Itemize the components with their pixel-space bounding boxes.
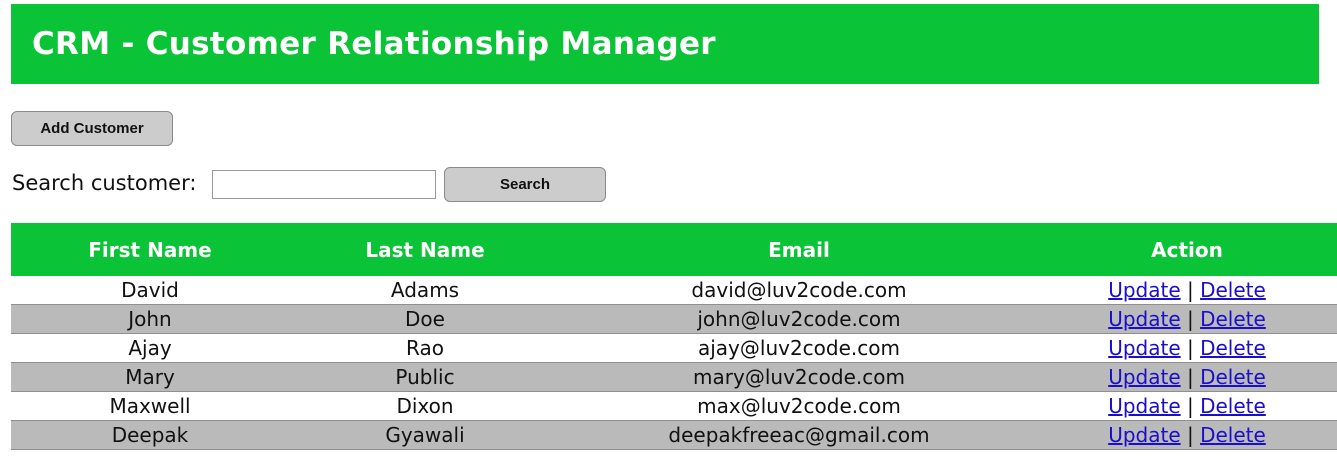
- action-separator: |: [1186, 423, 1194, 447]
- email-cell: deepakfreeac@gmail.com: [561, 420, 1037, 450]
- first-name-cell: Maxwell: [11, 391, 289, 421]
- action-cell: Update | Delete: [1037, 420, 1337, 450]
- table-row: Mary Public mary@luv2code.com Update | D…: [11, 362, 1337, 392]
- table-header-row: First Name Last Name Email Action: [11, 223, 1337, 276]
- page-title: CRM - Customer Relationship Manager: [32, 26, 716, 62]
- email-cell: ajay@luv2code.com: [561, 333, 1037, 363]
- email-cell: john@luv2code.com: [561, 304, 1037, 334]
- column-header-last-name: Last Name: [289, 223, 561, 276]
- email-cell: max@luv2code.com: [561, 391, 1037, 421]
- table-row: David Adams david@luv2code.com Update | …: [11, 276, 1337, 305]
- action-cell: Update | Delete: [1037, 333, 1337, 363]
- update-link[interactable]: Update: [1108, 365, 1180, 389]
- action-separator: |: [1186, 278, 1194, 302]
- update-link[interactable]: Update: [1108, 307, 1180, 331]
- delete-link[interactable]: Delete: [1200, 336, 1266, 360]
- column-header-email: Email: [561, 223, 1037, 276]
- add-customer-button[interactable]: Add Customer: [11, 111, 173, 146]
- last-name-cell: Rao: [289, 333, 561, 363]
- search-button[interactable]: Search: [444, 167, 606, 202]
- action-cell: Update | Delete: [1037, 304, 1337, 334]
- first-name-cell: Deepak: [11, 420, 289, 450]
- column-header-first-name: First Name: [11, 223, 289, 276]
- customer-table: First Name Last Name Email Action David …: [11, 223, 1337, 450]
- delete-link[interactable]: Delete: [1200, 423, 1266, 447]
- action-separator: |: [1186, 365, 1194, 389]
- delete-link[interactable]: Delete: [1200, 394, 1266, 418]
- delete-link[interactable]: Delete: [1200, 365, 1266, 389]
- table-row: John Doe john@luv2code.com Update | Dele…: [11, 304, 1337, 334]
- email-cell: mary@luv2code.com: [561, 362, 1037, 392]
- action-cell: Update | Delete: [1037, 391, 1337, 421]
- email-cell: david@luv2code.com: [561, 276, 1037, 305]
- first-name-cell: Mary: [11, 362, 289, 392]
- customer-table-container: First Name Last Name Email Action David …: [11, 223, 1337, 450]
- search-label: Search customer:: [12, 171, 197, 195]
- action-separator: |: [1186, 336, 1194, 360]
- table-row: Deepak Gyawali deepakfreeac@gmail.com Up…: [11, 420, 1337, 450]
- last-name-cell: Gyawali: [289, 420, 561, 450]
- first-name-cell: John: [11, 304, 289, 334]
- column-header-action: Action: [1037, 223, 1337, 276]
- table-row: Ajay Rao ajay@luv2code.com Update | Dele…: [11, 333, 1337, 363]
- action-cell: Update | Delete: [1037, 362, 1337, 392]
- search-input[interactable]: [212, 170, 436, 199]
- first-name-cell: Ajay: [11, 333, 289, 363]
- update-link[interactable]: Update: [1108, 336, 1180, 360]
- last-name-cell: Public: [289, 362, 561, 392]
- last-name-cell: Dixon: [289, 391, 561, 421]
- last-name-cell: Doe: [289, 304, 561, 334]
- action-cell: Update | Delete: [1037, 276, 1337, 305]
- delete-link[interactable]: Delete: [1200, 307, 1266, 331]
- last-name-cell: Adams: [289, 276, 561, 305]
- action-separator: |: [1186, 307, 1194, 331]
- page-header: CRM - Customer Relationship Manager: [11, 4, 1319, 84]
- first-name-cell: David: [11, 276, 289, 305]
- action-separator: |: [1186, 394, 1194, 418]
- table-row: Maxwell Dixon max@luv2code.com Update | …: [11, 391, 1337, 421]
- delete-link[interactable]: Delete: [1200, 278, 1266, 302]
- update-link[interactable]: Update: [1108, 394, 1180, 418]
- update-link[interactable]: Update: [1108, 423, 1180, 447]
- update-link[interactable]: Update: [1108, 278, 1180, 302]
